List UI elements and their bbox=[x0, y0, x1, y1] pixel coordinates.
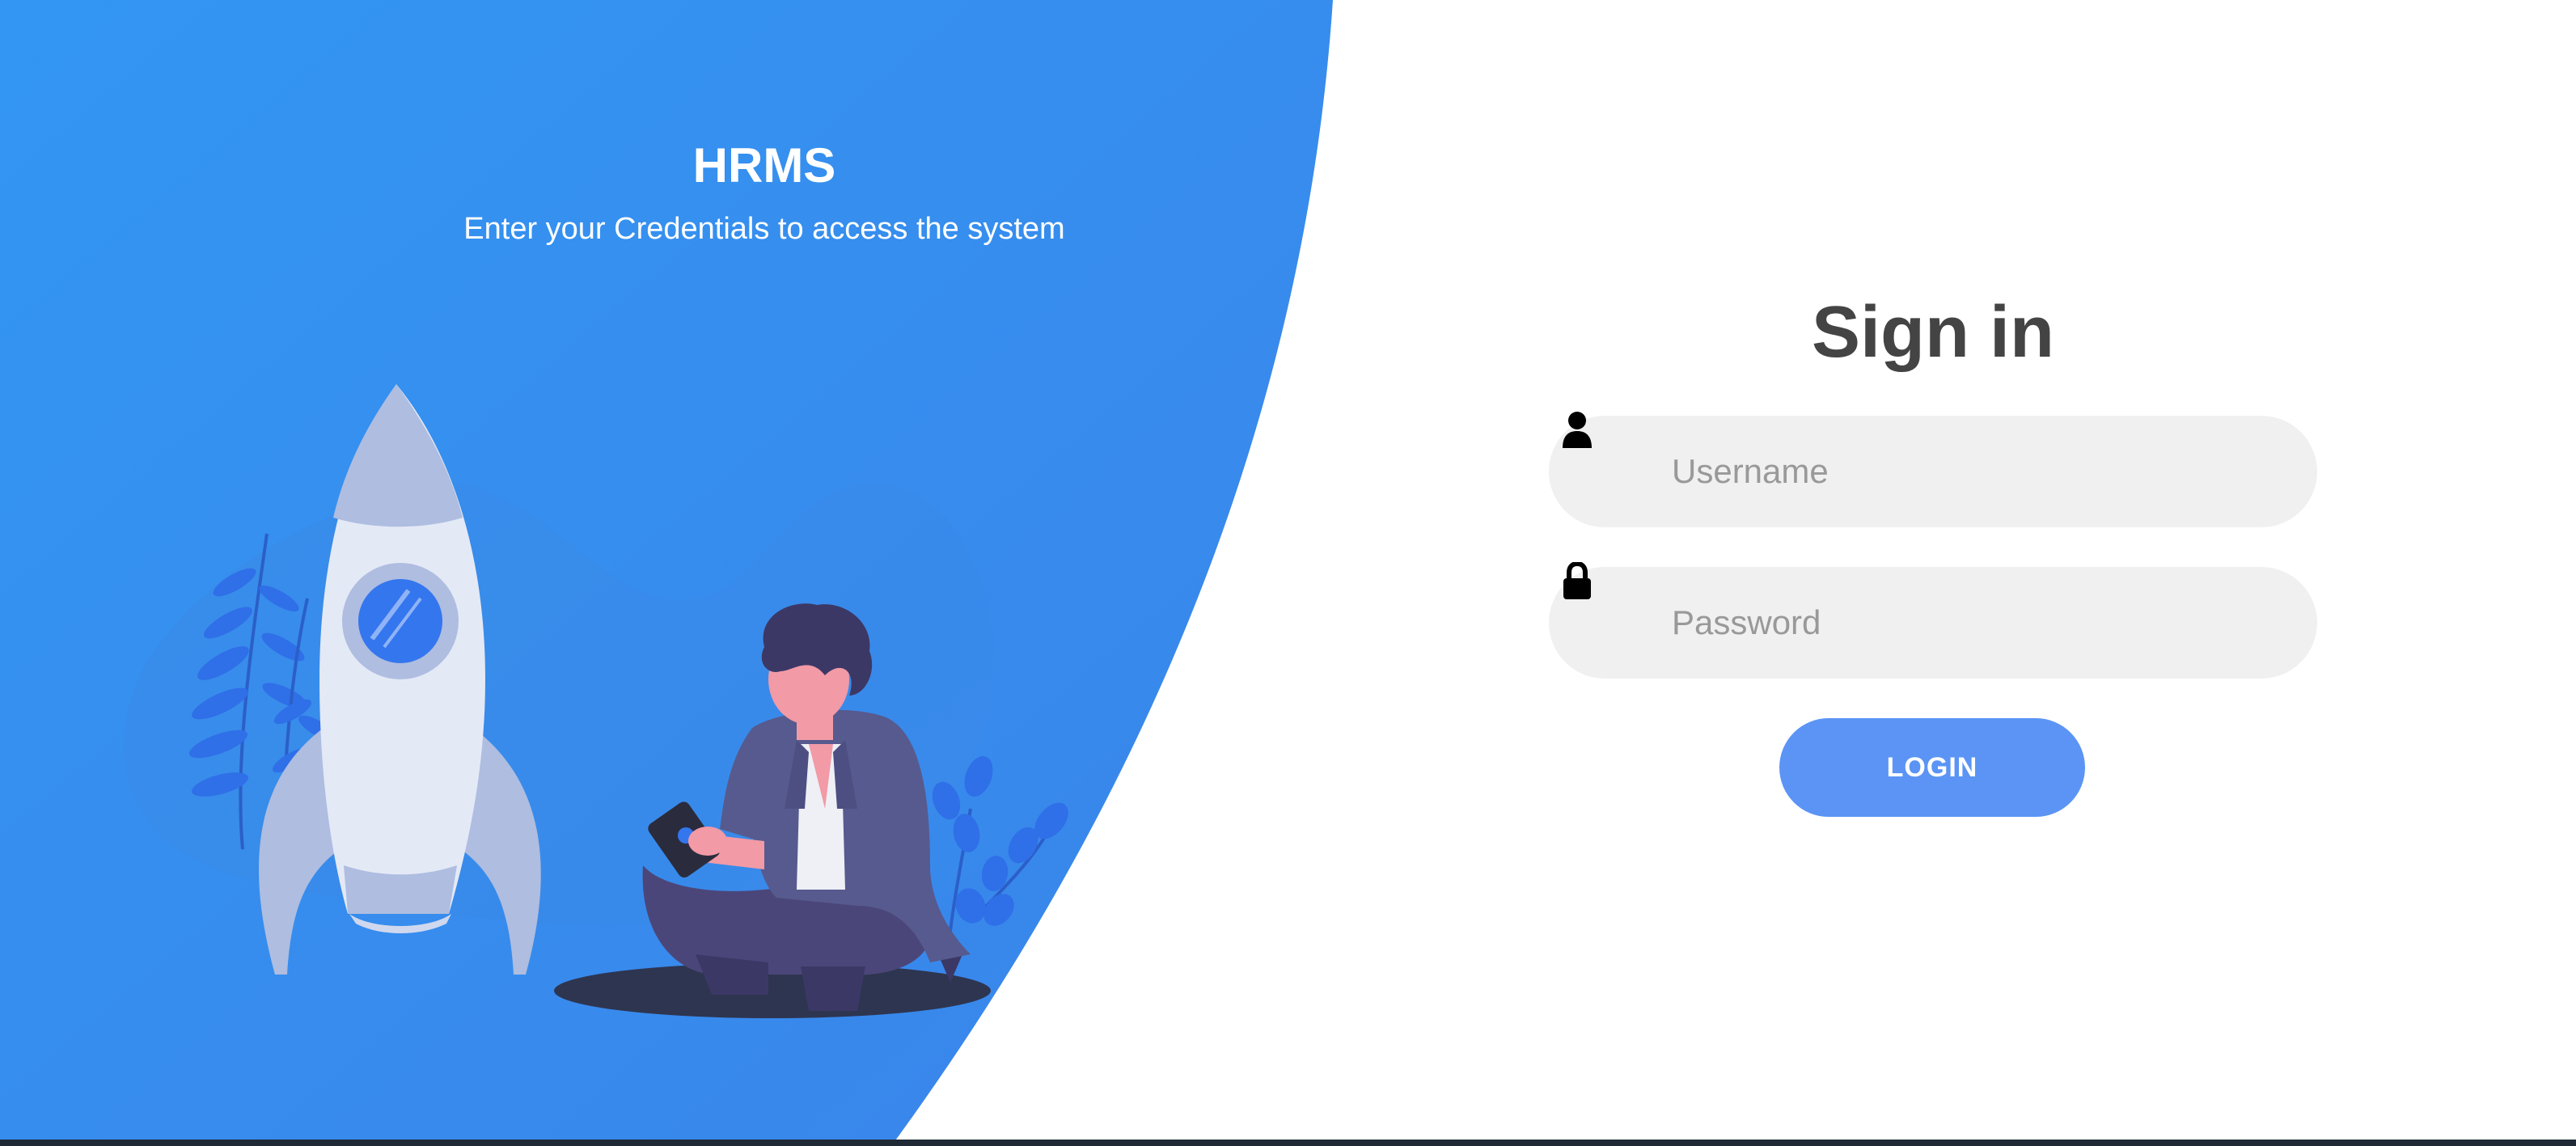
username-field-container bbox=[1549, 412, 2317, 527]
rocket-person-illustration bbox=[189, 384, 1068, 1018]
lock-icon bbox=[1563, 562, 1591, 599]
username-input[interactable] bbox=[1672, 416, 2286, 527]
login-button[interactable]: LOGIN bbox=[1779, 718, 2085, 817]
login-page: HRMS Enter your Credentials to access th… bbox=[0, 0, 2576, 1146]
person-graphic bbox=[642, 603, 971, 1011]
rocket-graphic bbox=[259, 384, 541, 975]
password-input[interactable] bbox=[1672, 567, 2286, 679]
sign-in-heading: Sign in bbox=[1812, 292, 2054, 373]
bottom-edge-bar bbox=[0, 1140, 2576, 1146]
user-icon bbox=[1563, 412, 1592, 448]
password-field-container bbox=[1549, 562, 2317, 679]
